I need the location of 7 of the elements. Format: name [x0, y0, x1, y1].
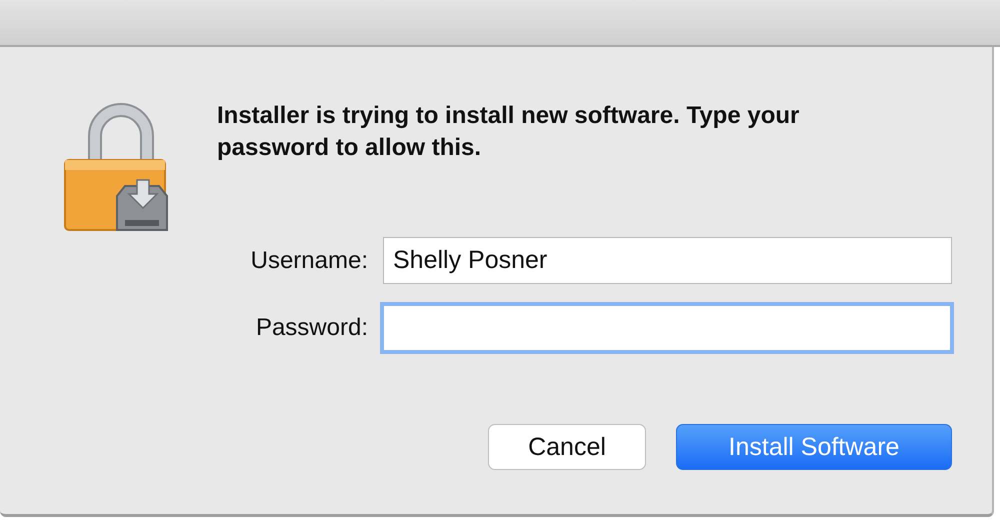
password-field[interactable] — [380, 302, 954, 354]
field-label: Password: — [254, 314, 368, 342]
dialog-message: Installer is trying to install new software. Type your password to allow this. — [217, 101, 800, 163]
cancel-button[interactable]: Cancel — [488, 424, 646, 470]
field-label: Username: — [250, 246, 368, 274]
install-button[interactable]: Install Software — [676, 424, 952, 470]
username-field[interactable]: Shelly Posner — [383, 237, 952, 284]
